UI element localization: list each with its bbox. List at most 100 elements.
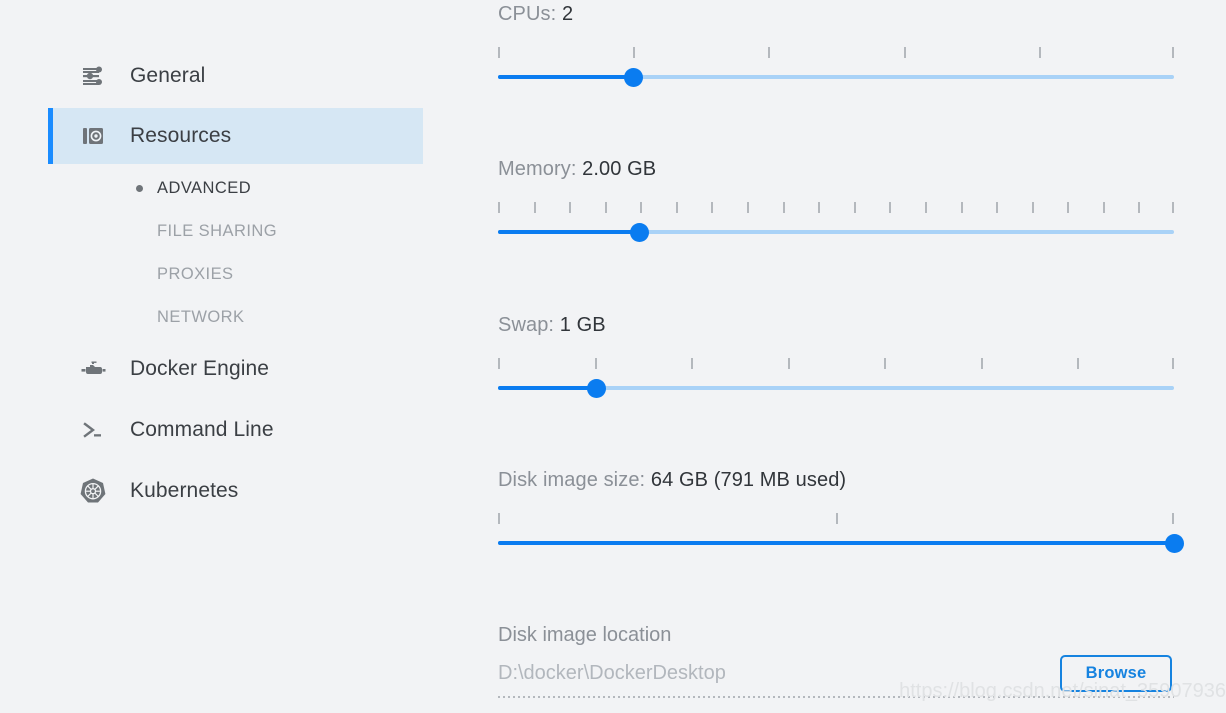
cpus-slider-fill <box>498 75 634 79</box>
memory-slider[interactable] <box>498 202 1174 246</box>
swap-label: Swap: 1 GB <box>498 314 606 336</box>
terminal-icon <box>78 415 108 445</box>
sidebar-item-resources[interactable]: Resources <box>48 108 423 164</box>
sidebar-item-kubernetes-label: Kubernetes <box>130 479 239 502</box>
slider-tick <box>787 358 790 369</box>
sidebar-item-command-line[interactable]: Command Line <box>48 402 423 458</box>
memory-label: Memory: 2.00 GB <box>498 158 657 180</box>
sidebar-subitem-advanced-label: ADVANCED <box>157 179 252 197</box>
sidebar-item-resources-label: Resources <box>130 124 232 147</box>
disk-image-size-value: 64 GB (791 MB used) <box>650 469 847 491</box>
slider-tick <box>1102 202 1105 213</box>
memory-slider-fill <box>498 230 640 234</box>
memory-slider-track[interactable] <box>498 230 1174 234</box>
slider-tick <box>889 202 892 213</box>
disk-image-location-label: Disk image location <box>498 624 672 646</box>
slider-tick <box>1138 202 1141 213</box>
slider-tick <box>1077 358 1080 369</box>
sidebar-item-docker-engine[interactable]: Docker Engine <box>48 341 423 397</box>
sidebar-item-kubernetes[interactable]: Kubernetes <box>48 463 423 519</box>
settings-sidebar: General Resources ADVANCED FILE SHARING … <box>0 0 470 713</box>
disk-image-size-slider-track[interactable] <box>498 541 1174 545</box>
cpus-slider-track[interactable] <box>498 75 1174 79</box>
sliders-icon <box>78 61 108 91</box>
disk-image-location-path: D:\docker\DockerDesktop <box>498 662 726 684</box>
slider-tick <box>853 202 856 213</box>
sidebar-subitem-file-sharing[interactable]: FILE SHARING <box>48 210 423 253</box>
resources-disc-icon <box>78 121 108 151</box>
slider-tick <box>691 358 694 369</box>
disk-image-size-slider-ticks <box>498 513 1174 527</box>
slider-tick <box>747 202 750 213</box>
slider-tick <box>818 202 821 213</box>
sidebar-item-docker-engine-label: Docker Engine <box>130 357 270 380</box>
swap-value: 1 GB <box>559 314 606 336</box>
slider-tick <box>640 202 643 213</box>
cpus-field: CPUs: 2 <box>498 3 1202 87</box>
slider-tick <box>924 202 927 213</box>
cpus-value: 2 <box>561 3 574 25</box>
browse-button[interactable]: Browse <box>1060 655 1172 692</box>
slider-tick <box>498 358 500 369</box>
slider-tick <box>569 202 572 213</box>
swap-slider-fill <box>498 386 597 390</box>
slider-tick <box>1038 47 1041 58</box>
memory-value: 2.00 GB <box>582 158 657 180</box>
disk-image-size-slider[interactable] <box>498 513 1184 557</box>
slider-tick <box>498 47 500 58</box>
slider-tick <box>498 513 500 524</box>
resources-advanced-panel: CPUs: 2 Memory: 2.00 GB Swap: 1 GB Disk … <box>470 0 1226 713</box>
sidebar-subitem-proxies[interactable]: PROXIES <box>48 253 423 296</box>
slider-tick <box>498 202 500 213</box>
disk-image-size-label: Disk image size: 64 GB (791 MB used) <box>498 469 847 491</box>
sidebar-item-command-line-label: Command Line <box>130 418 274 441</box>
cpus-slider-thumb[interactable] <box>623 68 643 87</box>
sidebar-item-general-label: General <box>130 64 206 87</box>
disk-image-size-field: Disk image size: 64 GB (791 MB used) <box>498 469 1202 553</box>
swap-slider-ticks <box>498 358 1174 372</box>
disk-image-location-underline <box>498 696 1174 698</box>
sidebar-subitem-file-sharing-label: FILE SHARING <box>157 222 278 240</box>
slider-tick <box>675 202 678 213</box>
slider-tick <box>1172 358 1174 369</box>
slider-tick <box>1172 513 1174 524</box>
bullet-icon <box>136 185 143 192</box>
disk-image-size-slider-fill <box>498 541 1174 545</box>
slider-tick <box>594 358 597 369</box>
kubernetes-helm-icon <box>78 476 108 506</box>
engine-icon <box>78 354 108 384</box>
sidebar-subitem-advanced[interactable]: ADVANCED <box>48 167 423 210</box>
slider-tick <box>836 513 838 524</box>
swap-slider-thumb[interactable] <box>586 379 606 398</box>
swap-field: Swap: 1 GB <box>498 314 1202 398</box>
slider-tick <box>1067 202 1070 213</box>
slider-tick <box>960 202 963 213</box>
slider-tick <box>711 202 714 213</box>
slider-tick <box>768 47 771 58</box>
slider-tick <box>1172 47 1174 58</box>
slider-tick <box>980 358 983 369</box>
slider-tick <box>1172 202 1174 213</box>
slider-tick <box>633 47 636 58</box>
slider-tick <box>604 202 607 213</box>
cpus-label: CPUs: 2 <box>498 3 574 25</box>
docker-desktop-settings-window: General Resources ADVANCED FILE SHARING … <box>0 0 1226 713</box>
disk-image-size-slider-thumb[interactable] <box>1164 534 1184 553</box>
slider-tick <box>782 202 785 213</box>
memory-slider-thumb[interactable] <box>630 223 650 242</box>
memory-field: Memory: 2.00 GB <box>498 158 1202 242</box>
sidebar-subitem-network[interactable]: NETWORK <box>48 296 423 339</box>
slider-tick <box>903 47 906 58</box>
disk-image-location-field: Disk image location D:\docker\DockerDesk… <box>498 624 1202 713</box>
sidebar-subitem-network-label: NETWORK <box>157 308 245 326</box>
slider-tick <box>1031 202 1034 213</box>
slider-tick <box>996 202 999 213</box>
slider-tick <box>533 202 536 213</box>
cpus-slider-ticks <box>498 47 1174 61</box>
swap-slider[interactable] <box>498 358 1174 402</box>
sidebar-subitem-proxies-label: PROXIES <box>157 265 234 283</box>
sidebar-item-general[interactable]: General <box>48 48 423 104</box>
cpus-slider[interactable] <box>498 47 1174 91</box>
slider-tick <box>884 358 887 369</box>
memory-slider-ticks <box>498 202 1174 216</box>
